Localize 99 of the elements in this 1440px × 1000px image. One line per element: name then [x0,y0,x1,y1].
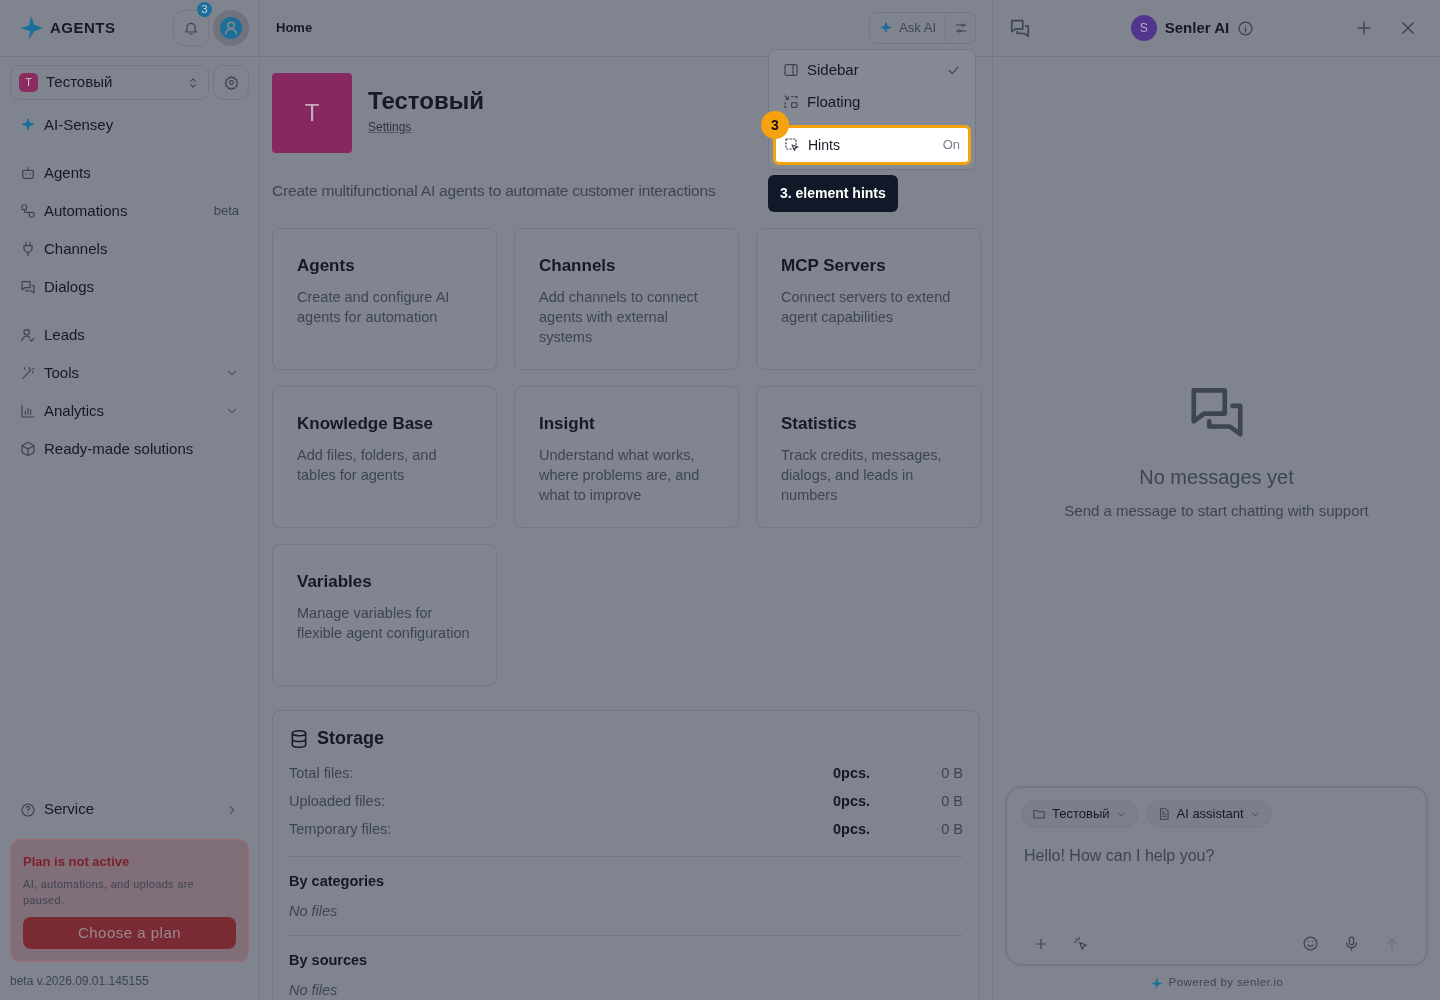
breadcrumb[interactable]: Home [276,18,870,38]
menu-option[interactable]: Sidebar [773,54,971,86]
chat-title: Senler AI [1164,17,1230,38]
card-title: Agents [297,255,356,278]
cube-icon [20,441,36,457]
context-chip[interactable]: Тестовый [1021,800,1138,828]
card-description: Manage variables for flexible agent configuration [297,603,471,643]
hint-tooltip: 3. element hints [768,175,898,212]
workspace-initial: T [19,73,38,92]
card-title: Statistics [781,413,858,436]
empty-text: No files [289,902,339,921]
robot-icon [20,165,36,181]
file-size: 0 B [940,792,963,812]
feature-card[interactable]: Statistics Track credits, messages, dialogs, and leads in numbers [756,386,981,529]
card-title: Channels [539,255,617,278]
card-description: Create and configure AI agents for automation [297,287,451,327]
user-avatar-icon [220,17,242,39]
page-title: Тестовый [368,87,484,116]
brand-icon [1149,976,1163,990]
beta-label: beta [213,202,239,221]
user-icon [20,327,36,343]
card-description: Connect servers to extend agent capabilities [781,287,952,327]
menu-item-value: On [942,136,960,155]
section-title: By categories [289,872,386,892]
file-count: 0pcs. [833,792,872,812]
step-badge: 3 [761,111,789,139]
nav-link[interactable]: Dialogs [10,268,249,306]
card-description: Add channels to connect agents with external systems [539,287,699,347]
feature-card[interactable]: MCP Servers Connect servers to extend agent capabilities [756,228,981,371]
storage-title: Storage [317,727,385,751]
version-text: beta v.2026.09.01.145155 [9,973,150,990]
app-logo-text: AGENTS [50,17,116,38]
empty-state-title: No messages yet [1139,465,1294,491]
feature-card[interactable]: Variables Manage variables for flexible agent configuration [272,544,497,687]
feature-card[interactable]: Knowledge Base Add files, folders, and tables for agents [272,386,497,529]
file-count: 0pcs. [833,820,872,840]
nav-link[interactable]: Tools [10,354,249,392]
nodes-icon [20,203,36,219]
bell-icon [183,20,199,36]
sparkle-icon [20,117,36,133]
settings-icon [223,75,239,90]
section-title: By sources [289,950,369,970]
floating-window-icon [783,94,799,110]
workspace-selector[interactable]: T Тестовый [10,65,209,100]
card-description: Track credits, messages, dialogs, and leads in numbers [781,445,943,505]
notification-count: 3 [197,2,212,17]
page-description: Create multifunctional AI agents to automate customer interactions [272,181,716,201]
message-input[interactable]: Hello! How can I help you? [1021,842,1412,870]
hint-icon [784,137,800,153]
choose-plan-button[interactable]: Choose a plan [23,917,236,949]
settings-link[interactable]: Settings [368,119,412,134]
nav-link[interactable]: Agents [10,154,249,192]
nav-link[interactable]: AI-Sensey [10,106,249,144]
card-title: Knowledge Base [297,413,435,436]
smile-icon [1302,935,1319,952]
panel-icon [783,62,799,78]
plan-notice-title: Plan is not active [23,852,131,871]
folder-icon [1032,807,1046,821]
help-icon [20,801,36,818]
bar-chart-icon [20,403,36,419]
nav-link[interactable]: Channels [10,230,249,268]
card-description: Add files, folders, and tables for agents [297,445,438,485]
profile-button[interactable] [213,10,249,46]
feature-card[interactable]: Agents Create and configure AI agents for automation [272,228,497,371]
chat-bubbles-icon [20,279,36,295]
info-icon [1237,19,1255,37]
feature-card[interactable]: Channels Add channels to connect agents with external systems [514,228,739,371]
stat-label: Temporary files: [289,820,393,840]
workspace-avatar: T [272,73,352,153]
database-icon [289,728,309,749]
card-description: Understand what works, where problems are, and what to improve [539,445,701,505]
microphone-icon [1343,935,1360,952]
cursor-icon [1073,935,1089,952]
assistant-avatar: S [1130,15,1157,41]
empty-state-text: Send a message to start chatting with support [1064,501,1369,522]
nav-link[interactable]: Leads [10,316,249,354]
powered-by-text: Powered by senler.io [1168,975,1284,991]
file-size: 0 B [940,764,963,784]
context-chip[interactable]: AI assistant [1145,800,1272,828]
plug-icon [20,241,36,257]
card-title: Variables [297,571,373,594]
nav-link[interactable]: Analytics [10,392,249,430]
empty-text: No files [289,980,339,1000]
file-count: 0pcs. [833,764,872,784]
settings-button[interactable] [213,65,249,100]
nav-link[interactable]: Automations beta [10,192,249,230]
sliders-icon [953,21,968,35]
nav-link[interactable]: Ready-made solutions [10,430,249,468]
sparkle-icon [879,21,894,35]
stat-label: Uploaded files: [289,792,386,812]
feature-card[interactable]: Insight Understand what works, where problems are, and what to improve [514,386,739,529]
card-title: Insight [539,413,596,436]
stat-label: Total files: [289,764,355,784]
file-size: 0 B [940,820,963,840]
nav-link[interactable]: Service [10,790,249,829]
card-title: MCP Servers [781,255,887,278]
plan-notice-text: AI, automations, and uploads are paused. [23,877,196,908]
chat-bubbles-icon [1009,17,1031,39]
wand-icon [20,365,36,381]
